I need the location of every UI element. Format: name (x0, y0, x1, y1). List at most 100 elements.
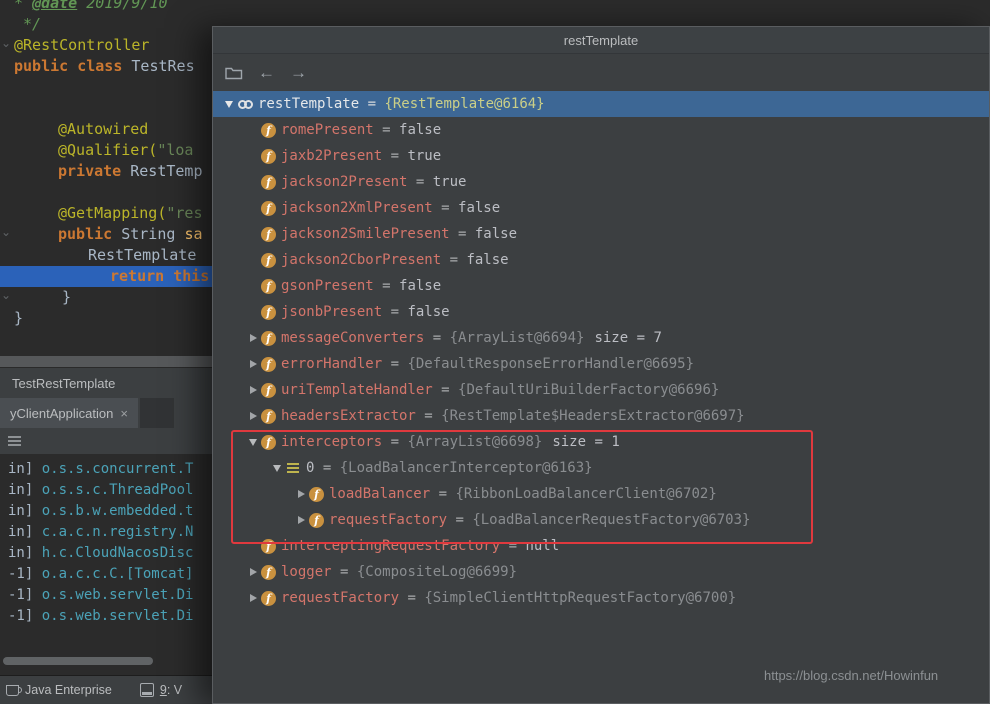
popup-toolbar: ← → (213, 54, 989, 91)
tool-window-icon (140, 683, 154, 697)
tool-window-mnemonic: 9 (160, 683, 167, 697)
fold-chevron-icon[interactable]: ⌄ (1, 289, 11, 301)
log-logger-name: o.s.b.w.embedded.t (42, 503, 194, 519)
variable-row-interceptors[interactable]: finterceptors = {ArrayList@6698}size = 1 (213, 429, 989, 455)
field-icon: f (261, 409, 276, 424)
variable-name: jackson2CborPresent (281, 252, 441, 268)
popup-title-bar[interactable]: restTemplate (213, 27, 989, 54)
variable-name: 0 (306, 460, 314, 476)
variable-value: false (475, 226, 517, 242)
expander-collapsed-icon[interactable] (245, 377, 261, 403)
console-scrollbar[interactable] (0, 656, 212, 666)
close-icon[interactable]: × (120, 406, 128, 421)
open-in-editor-icon[interactable] (225, 65, 243, 80)
variable-row-jackson2XmlPresent[interactable]: fjackson2XmlPresent = false (213, 195, 989, 221)
code-line: @Autowired (0, 119, 212, 140)
back-arrow-button[interactable]: ← (258, 64, 275, 81)
code-line: * @date 2019/9/10 (0, 0, 212, 14)
variable-row-requestFactory[interactable]: frequestFactory = {SimpleClientHttpReque… (213, 585, 989, 611)
variable-name: restTemplate (258, 96, 359, 112)
log-logger-name: o.s.web.servlet.Di (42, 608, 194, 624)
equals-sign: = (433, 382, 458, 398)
variable-name: romePresent (281, 122, 374, 138)
status-java-enterprise-button[interactable]: Java Enterprise (25, 683, 112, 697)
field-icon: f (261, 305, 276, 320)
tab-client-application[interactable]: yClientApplication × (0, 398, 138, 428)
console-output[interactable]: in] o.s.s.concurrent.Tin] o.s.s.c.Thread… (0, 454, 212, 654)
expander-collapsed-icon[interactable] (245, 351, 261, 377)
log-thread-fragment: in] (8, 461, 42, 477)
forward-arrow-button[interactable]: → (290, 64, 307, 81)
equals-sign: = (332, 564, 357, 580)
equals-sign: = (382, 148, 407, 164)
expander-expanded-icon[interactable] (245, 429, 261, 455)
variable-row-errorHandler[interactable]: ferrorHandler = {DefaultResponseErrorHan… (213, 351, 989, 377)
code-token: public class (14, 57, 131, 75)
variable-row-romePresent[interactable]: fromePresent = false (213, 117, 989, 143)
execution-line: return this. (0, 266, 212, 287)
editor-scrollbar[interactable] (0, 356, 212, 367)
variable-row-jackson2Present[interactable]: fjackson2Present = true (213, 169, 989, 195)
variable-name: jackson2SmilePresent (281, 226, 450, 242)
log-thread-fragment: -1] (8, 566, 42, 582)
code-token: "res (166, 204, 202, 222)
variable-row-jackson2SmilePresent[interactable]: fjackson2SmilePresent = false (213, 221, 989, 247)
variable-row-jaxb2Present[interactable]: fjaxb2Present = true (213, 143, 989, 169)
variable-name: jackson2XmlPresent (281, 200, 433, 216)
field-icon: f (261, 175, 276, 190)
variable-row-messageConverters[interactable]: fmessageConverters = {ArrayList@6694}siz… (213, 325, 989, 351)
expander-collapsed-icon[interactable] (245, 325, 261, 351)
field-icon: f (261, 591, 276, 606)
variable-value: {DefaultUriBuilderFactory@6696} (458, 382, 719, 398)
expander-spacer (245, 247, 261, 273)
variable-name: interceptingRequestFactory (281, 538, 500, 554)
log-logger-name: o.s.web.servlet.Di (42, 587, 194, 603)
tab-label: yClientApplication (10, 406, 113, 421)
variable-row-interceptingRequestFactory[interactable]: finterceptingRequestFactory = null (213, 533, 989, 559)
code-token: @date (32, 0, 77, 12)
log-thread-fragment: in] (8, 524, 42, 540)
variable-row-logger[interactable]: flogger = {CompositeLog@6699} (213, 559, 989, 585)
variable-row-jackson2CborPresent[interactable]: fjackson2CborPresent = false (213, 247, 989, 273)
variable-name: gsonPresent (281, 278, 374, 294)
code-token: RestTemplate (88, 246, 196, 264)
variable-name: logger (281, 564, 332, 580)
variable-row-jsonbPresent[interactable]: fjsonbPresent = false (213, 299, 989, 325)
variable-name: headersExtractor (281, 408, 416, 424)
equals-sign: = (399, 590, 424, 606)
expander-collapsed-icon[interactable] (245, 559, 261, 585)
variable-row-loadBalancer[interactable]: floadBalancer = {RibbonLoadBalancerClien… (213, 481, 989, 507)
expander-collapsed-icon[interactable] (293, 507, 309, 533)
console-line: in] c.a.c.n.registry.N (8, 522, 212, 543)
expander-expanded-icon[interactable] (221, 91, 237, 117)
variable-value: {RestTemplate@6164} (384, 96, 544, 112)
field-icon: f (261, 539, 276, 554)
console-line: in] o.s.s.concurrent.T (8, 459, 212, 480)
variable-row-gsonPresent[interactable]: fgsonPresent = false (213, 273, 989, 299)
status-tool-window-button[interactable]: 9: V (160, 683, 182, 697)
expander-collapsed-icon[interactable] (245, 403, 261, 429)
variable-value: {LoadBalancerInterceptor@6163} (340, 460, 593, 476)
code-editor[interactable]: * @date 2019/9/10 */@RestControllerpubli… (0, 0, 212, 356)
equals-sign: = (450, 226, 475, 242)
expander-spacer (245, 169, 261, 195)
expander-spacer (245, 533, 261, 559)
variable-row-uriTemplateHandler[interactable]: furiTemplateHandler = {DefaultUriBuilder… (213, 377, 989, 403)
fold-chevron-icon[interactable]: ⌄ (1, 37, 11, 49)
expander-collapsed-icon[interactable] (245, 585, 261, 611)
expander-collapsed-icon[interactable] (293, 481, 309, 507)
log-logger-name: o.a.c.c.C.[Tomcat] (42, 566, 194, 582)
code-token: @Autowired (58, 120, 148, 138)
console-line: in] o.s.s.c.ThreadPool (8, 480, 212, 501)
fold-chevron-icon[interactable]: ⌄ (1, 226, 11, 238)
equals-sign: = (416, 408, 441, 424)
expander-expanded-icon[interactable] (269, 455, 285, 481)
scrollbar-thumb[interactable] (3, 657, 153, 665)
variable-row-requestFactory[interactable]: frequestFactory = {LoadBalancerRequestFa… (213, 507, 989, 533)
field-icon: f (309, 513, 324, 528)
variable-row-0[interactable]: 0 = {LoadBalancerInterceptor@6163} (213, 455, 989, 481)
soft-wrap-icon[interactable] (8, 436, 21, 446)
debugger-inspect-popup: restTemplate ← → restTemplate = {RestTem… (212, 26, 990, 704)
variable-row-restTemplate[interactable]: restTemplate = {RestTemplate@6164} (213, 91, 989, 117)
variable-row-headersExtractor[interactable]: fheadersExtractor = {RestTemplate$Header… (213, 403, 989, 429)
